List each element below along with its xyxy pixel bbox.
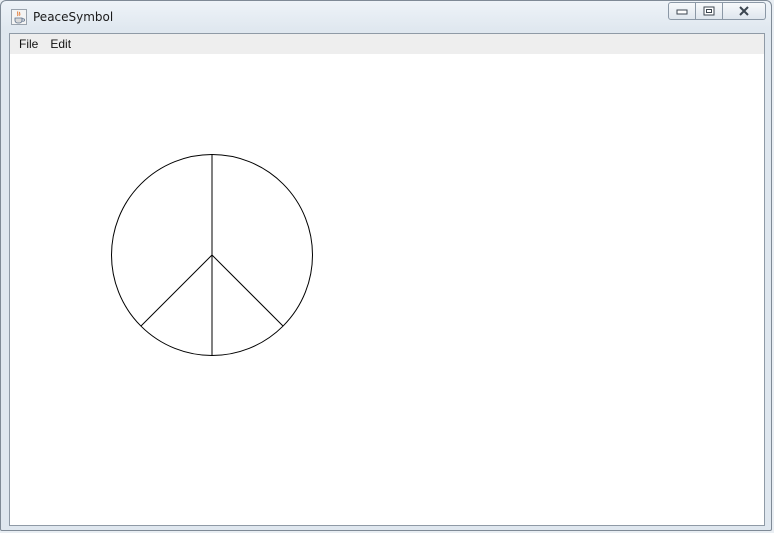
maximize-button[interactable] [696,2,723,20]
window-title: PeaceSymbol [33,10,114,24]
window-controls [668,2,766,22]
peace-symbol-right-line [211,254,284,327]
minimize-button[interactable] [668,2,696,20]
java-cup-icon [11,9,27,25]
menu-edit[interactable]: Edit [45,34,78,54]
menu-file[interactable]: File [10,34,45,54]
title-bar[interactable]: PeaceSymbol [1,1,771,33]
client-area: File Edit [9,33,765,526]
minimize-icon [676,9,688,15]
application-window: PeaceSymbol File Edit [0,0,772,531]
drawing-canvas[interactable] [10,54,764,525]
peace-symbol [111,154,313,356]
close-icon [739,6,749,16]
maximize-icon [703,6,715,16]
peace-symbol-left-line [140,254,213,327]
menu-bar: File Edit [10,34,764,54]
close-button[interactable] [723,2,766,20]
